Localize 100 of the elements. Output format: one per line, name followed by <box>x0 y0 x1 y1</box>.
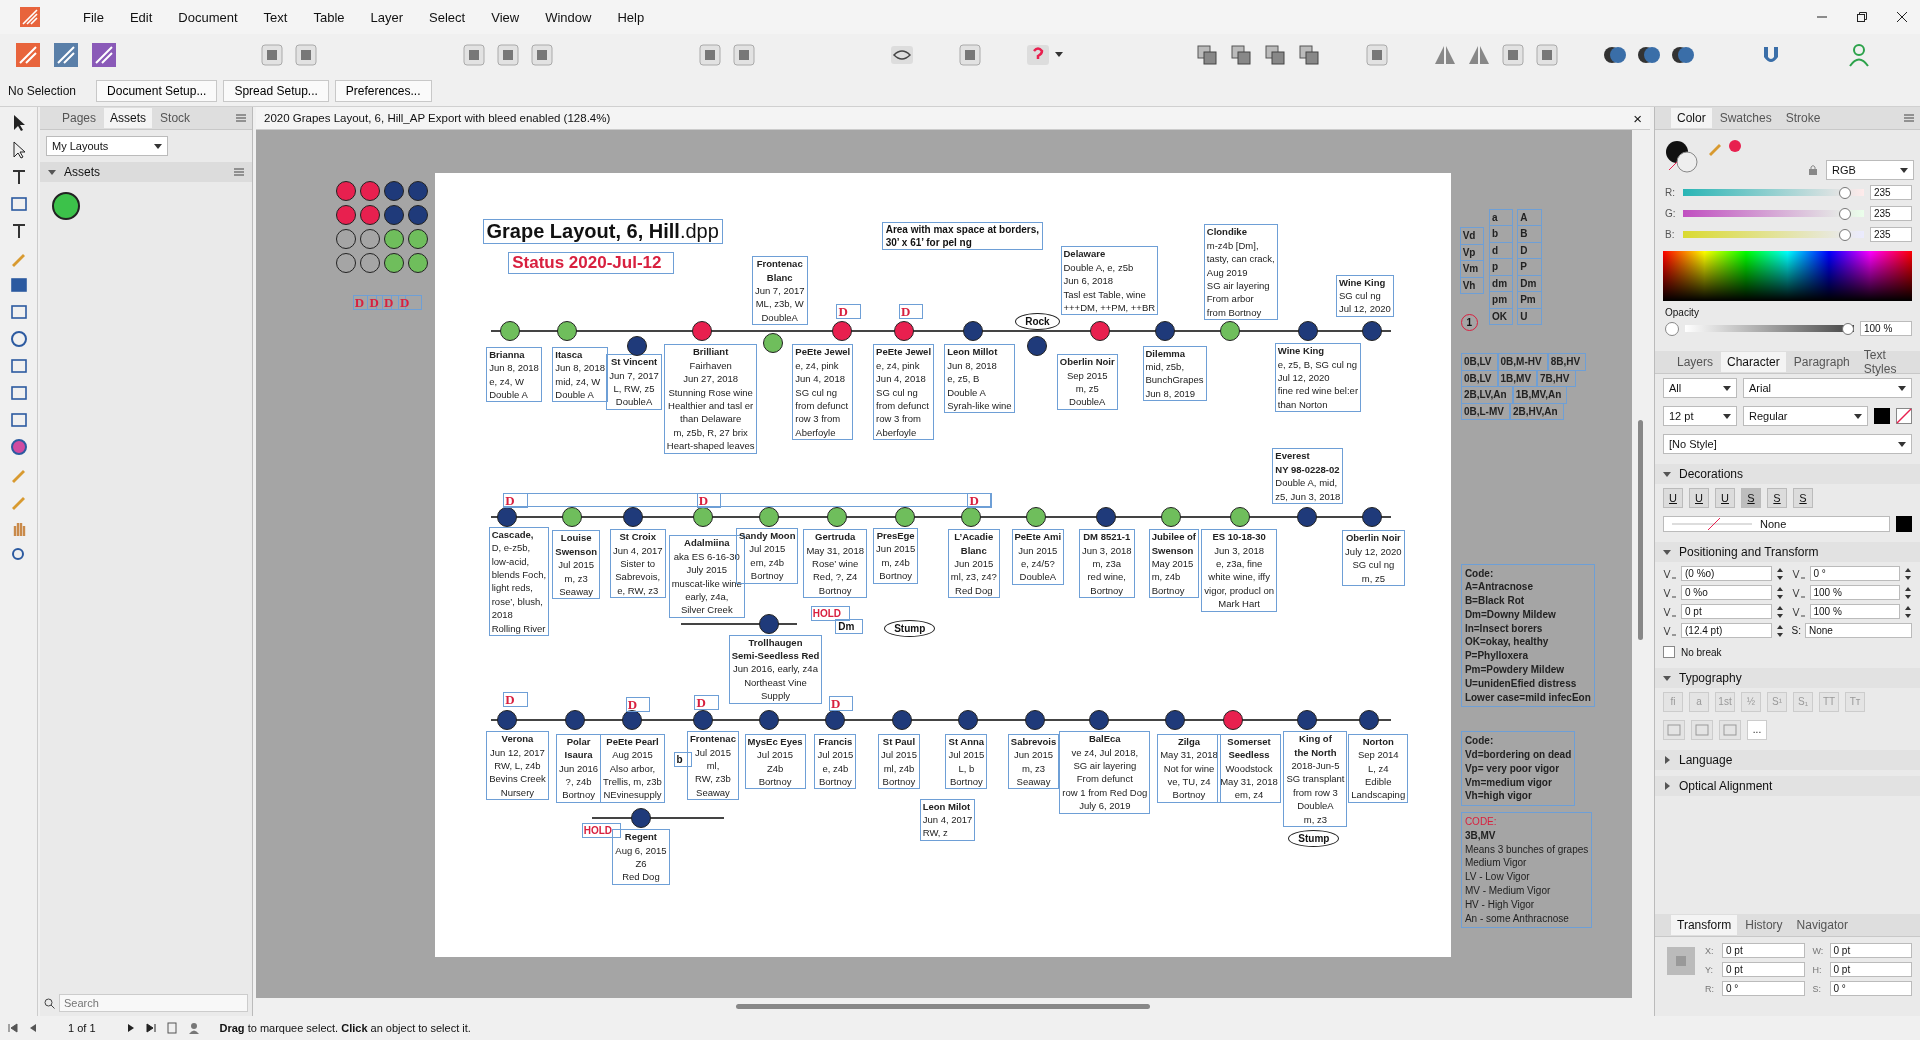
panel-tab[interactable]: Paragraph <box>1787 352 1856 372</box>
transform-field[interactable]: 0 pt <box>1722 962 1805 977</box>
persona-icon[interactable] <box>52 41 80 69</box>
value-field[interactable]: 235 <box>1870 227 1912 242</box>
slider-track[interactable] <box>1683 228 1864 241</box>
slider-track[interactable] <box>1683 207 1864 220</box>
menu-icon[interactable] <box>236 114 246 122</box>
menu-item[interactable]: Text <box>250 9 301 25</box>
color-model-dropdown[interactable]: RGB <box>1826 160 1914 180</box>
transform-field[interactable]: 0 pt <box>1829 943 1912 958</box>
asset-circle[interactable] <box>52 192 80 220</box>
stepper-icon[interactable] <box>1775 604 1784 619</box>
panel-tab[interactable]: Text Styles <box>1857 345 1914 379</box>
slider-thumb[interactable] <box>1838 228 1851 241</box>
disclosure-icon[interactable] <box>48 168 56 176</box>
menu-item[interactable]: Window <box>532 9 605 25</box>
no-color-swatch[interactable] <box>1896 408 1912 424</box>
slider-track[interactable] <box>1685 322 1854 335</box>
section-title[interactable]: Decorations <box>1679 467 1744 481</box>
menu-item[interactable]: Select <box>416 9 479 25</box>
transform-field[interactable]: 0 ° <box>1722 981 1805 996</box>
menu-item[interactable]: Document <box>165 9 251 25</box>
close-button[interactable]: × <box>1633 109 1642 127</box>
document-title[interactable]: 2020 Grapes Layout, 6, Hill_AP Export with bleed enabled (128.4%) <box>264 112 611 124</box>
checkbox[interactable] <box>1663 646 1675 658</box>
shear-dropdown[interactable]: None <box>1804 623 1912 638</box>
opacity-field[interactable]: 100 % <box>1860 321 1912 336</box>
disclosure-icon[interactable] <box>1663 782 1671 790</box>
transform-field[interactable]: 0 pt <box>1829 962 1912 977</box>
more-button[interactable]: ... <box>1747 720 1767 740</box>
category-dropdown[interactable]: My Layouts <box>46 136 168 156</box>
decoration-button[interactable]: S <box>1767 488 1787 508</box>
stepper-icon[interactable] <box>1904 585 1912 600</box>
menu-icon[interactable] <box>1904 114 1914 122</box>
page-icon[interactable] <box>165 1022 178 1034</box>
size-dropdown[interactable]: 12 pt <box>1663 406 1737 426</box>
text-color-swatch[interactable] <box>1874 408 1890 424</box>
lock-icon[interactable] <box>1808 164 1818 176</box>
decoration-button[interactable]: S <box>1793 488 1813 508</box>
menu-item[interactable]: Help <box>604 9 658 25</box>
font-dropdown[interactable]: Arial <box>1743 378 1912 398</box>
color-spectrum[interactable] <box>1663 251 1912 301</box>
search-field[interactable]: Search <box>58 994 248 1012</box>
decoration-button[interactable]: U <box>1663 488 1683 508</box>
rect-tool-icon[interactable] <box>8 275 29 295</box>
spacing-field[interactable]: 0 ° <box>1809 566 1900 581</box>
color-dot[interactable] <box>1729 140 1741 152</box>
panel-tab[interactable]: Stock <box>154 108 197 128</box>
setup-button[interactable]: Preferences... <box>334 80 432 102</box>
disclosure-icon[interactable] <box>1663 470 1671 478</box>
section-title[interactable]: Typography <box>1679 671 1742 685</box>
stepper-icon[interactable] <box>1904 604 1912 619</box>
restore-icon[interactable] <box>1856 11 1868 23</box>
menu-item[interactable]: Edit <box>116 9 166 25</box>
menu-icon[interactable] <box>234 168 244 176</box>
disclosure-icon[interactable] <box>1663 674 1671 682</box>
spacing-field[interactable]: 0 %o <box>1681 585 1772 600</box>
first-page-icon[interactable] <box>8 1023 18 1033</box>
spacing-field[interactable]: 100 % <box>1809 585 1900 600</box>
persona-icon[interactable] <box>14 41 42 69</box>
transform-field[interactable]: 0 ° <box>1829 981 1912 996</box>
scroll-thumb[interactable] <box>1638 420 1643 640</box>
setup-button[interactable]: Document Setup... <box>96 80 218 102</box>
stepper-icon[interactable] <box>1775 623 1784 638</box>
panel-tab[interactable]: Transform <box>1671 915 1738 935</box>
last-page-icon[interactable] <box>145 1023 156 1033</box>
decoration-button[interactable]: U <box>1689 488 1709 508</box>
panel-tab[interactable]: Navigator <box>1790 915 1854 935</box>
panel-tab[interactable]: Color <box>1671 108 1712 128</box>
spacing-field[interactable]: 100 % <box>1809 604 1900 619</box>
value-field[interactable]: 235 <box>1870 185 1912 200</box>
decoration-button[interactable]: U <box>1715 488 1735 508</box>
menu-item[interactable]: Layer <box>357 9 417 25</box>
previous-page-icon[interactable] <box>28 1023 38 1033</box>
line-style-dropdown[interactable]: None <box>1663 516 1890 532</box>
transform-field[interactable]: 0 pt <box>1722 943 1805 958</box>
panel-tab[interactable]: History <box>1739 915 1789 935</box>
menu-item[interactable]: File <box>70 9 117 25</box>
menu-item[interactable]: Table <box>300 9 358 25</box>
setup-button[interactable]: Spread Setup... <box>223 80 329 102</box>
caret-icon[interactable] <box>1055 52 1063 58</box>
stepper-icon[interactable] <box>1904 566 1912 581</box>
spacing-field[interactable]: 0 pt <box>1681 604 1772 619</box>
decoration-button[interactable]: S <box>1741 488 1761 508</box>
menu-item[interactable]: View <box>478 9 533 25</box>
disclosure-icon[interactable] <box>1663 756 1671 764</box>
next-page-icon[interactable] <box>125 1023 136 1033</box>
panel-tab[interactable]: Pages <box>56 108 103 128</box>
slider-thumb[interactable] <box>1842 322 1854 335</box>
stepper-icon[interactable] <box>1775 585 1784 600</box>
value-field[interactable]: 235 <box>1870 206 1912 221</box>
persona-icon[interactable] <box>90 41 118 69</box>
spacing-field[interactable]: (0 %o) <box>1681 566 1772 581</box>
stepper-icon[interactable] <box>1775 566 1784 581</box>
panel-tab[interactable]: Character <box>1721 352 1786 372</box>
panel-tab[interactable]: Swatches <box>1713 108 1778 128</box>
close-icon[interactable] <box>1896 11 1908 23</box>
spacing-field[interactable]: (12.4 pt) <box>1681 623 1772 638</box>
slider-thumb[interactable] <box>1838 207 1851 220</box>
ellipse-tool-icon[interactable] <box>8 329 29 349</box>
